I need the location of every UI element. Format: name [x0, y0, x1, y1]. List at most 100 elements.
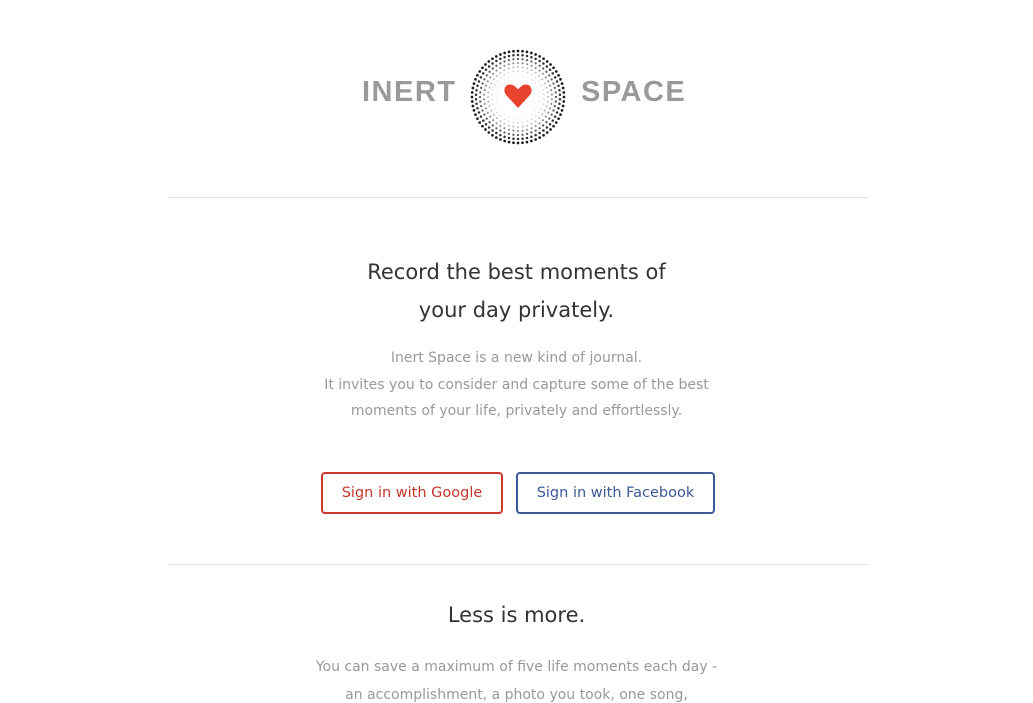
hero-headline: Record the best moments of your day priv…	[0, 253, 1033, 329]
logo-dot	[559, 113, 562, 116]
logo-dot	[525, 54, 529, 58]
logo-dot	[507, 71, 510, 74]
logo-dot	[530, 79, 533, 81]
logo-dot	[483, 98, 486, 101]
logo-dot	[481, 72, 485, 75]
logo-dot	[470, 95, 474, 99]
dotted-circle-logo-mark	[470, 49, 566, 145]
logo-dot	[546, 91, 549, 94]
logo-dot	[470, 91, 474, 94]
sign-in-facebook-button[interactable]: Sign in with Facebook	[516, 472, 715, 514]
logo-dot	[542, 67, 545, 70]
logo-dot	[470, 100, 474, 103]
logo-dot	[500, 109, 502, 112]
logo-dot	[534, 62, 537, 65]
logo-dot	[492, 72, 495, 75]
logo-dot	[479, 91, 482, 94]
body-line: an accomplishment, a photo you took, one…	[345, 687, 688, 703]
logo-dot	[499, 57, 502, 61]
intro-line: It invites you to consider and capture s…	[324, 376, 709, 393]
logo-dot	[495, 91, 498, 93]
logo-dot	[503, 51, 506, 55]
logo-dot	[545, 86, 548, 89]
logo-dot	[562, 100, 566, 103]
logo-dot	[512, 49, 515, 53]
logo-dot	[512, 54, 515, 57]
logo-dot	[558, 102, 561, 106]
logo-dot	[494, 136, 498, 139]
logo-dot	[541, 72, 544, 75]
logo-dot	[499, 76, 502, 79]
logo-dot	[541, 113, 544, 116]
logo-dot	[491, 67, 494, 70]
logo-dot	[538, 101, 541, 103]
logo-dot	[492, 78, 495, 81]
logo-dot	[540, 107, 543, 110]
logo-dot	[534, 82, 536, 85]
logo-dot	[512, 129, 515, 132]
logo-dot	[471, 104, 475, 108]
logo-dot	[507, 54, 511, 58]
logo-dot	[516, 49, 520, 53]
logo-dot	[476, 117, 479, 121]
logo-dot	[483, 89, 486, 92]
logo-dot	[548, 84, 552, 87]
logo-dot	[503, 55, 506, 59]
logo-dot	[517, 122, 519, 124]
logo-dot	[512, 117, 514, 120]
logo-dot	[491, 57, 494, 61]
logo-dot	[516, 141, 520, 145]
logo-dot	[540, 84, 543, 87]
logo-dot	[553, 104, 557, 108]
logo-dot	[561, 104, 565, 108]
less-is-more-body: You can save a maximum of five life mome…	[0, 653, 1033, 703]
logo-dot	[530, 118, 533, 120]
logo-dot	[495, 96, 497, 98]
logo-dot	[526, 71, 529, 74]
logo-dot	[526, 124, 529, 127]
logo-dot	[497, 86, 499, 89]
logo-dot	[489, 115, 492, 118]
logo-dot	[475, 88, 478, 92]
logo-dot	[549, 128, 552, 131]
logo-dot	[534, 109, 536, 112]
logo-dot	[530, 74, 533, 76]
logo-dot	[526, 120, 529, 123]
logo-dot	[483, 93, 486, 96]
logo-dot	[474, 113, 477, 116]
logo-dot	[499, 66, 502, 69]
logo-dot	[488, 121, 491, 124]
logo-dot	[481, 109, 484, 112]
logo-dot	[554, 70, 558, 73]
landing-page: INERT SPACE Record the best moments of y…	[0, 0, 1033, 703]
logo-dot	[507, 132, 511, 136]
logo-dot	[521, 49, 524, 53]
sign-in-google-button[interactable]: Sign in with Google	[321, 472, 503, 514]
logo-dot	[497, 105, 499, 108]
logo-dot	[479, 104, 483, 108]
logo-dot	[545, 60, 549, 63]
logo-dot	[548, 74, 551, 77]
logo-dot	[479, 76, 483, 79]
logo-dot	[503, 135, 506, 139]
logo-dot	[530, 131, 533, 134]
logo-dot	[551, 119, 555, 122]
logo-dot	[495, 74, 498, 77]
logo-dot	[543, 82, 546, 85]
logo-dot	[534, 129, 537, 132]
logo-dot	[552, 66, 555, 70]
logo-dot	[530, 64, 533, 67]
logo-dot	[481, 66, 484, 70]
intro-line: Inert Space is a new kind of journal.	[390, 350, 643, 366]
logo-dot	[512, 58, 515, 61]
logo-dot	[503, 139, 506, 143]
logo-dot	[530, 60, 533, 63]
logo-dot	[507, 120, 510, 123]
logo-dot	[530, 139, 533, 143]
logo-dot	[521, 133, 524, 136]
logo-dot	[496, 80, 499, 83]
logo-dot	[552, 124, 555, 128]
logo-dot	[488, 86, 491, 89]
logo-dot	[553, 86, 557, 90]
logo-dot	[548, 68, 552, 72]
